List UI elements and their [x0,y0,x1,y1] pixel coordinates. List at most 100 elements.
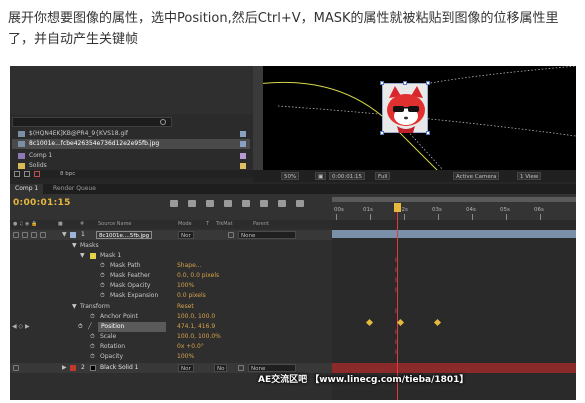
stopwatch-icon[interactable]: ⏱ [100,271,105,281]
property-value[interactable]: 0x +0.0° [177,342,204,352]
position-keyframe[interactable] [433,318,442,327]
tab-comp-1[interactable]: Comp 1 [10,184,44,194]
transform-handle[interactable] [426,81,430,85]
fox-image-layer[interactable] [380,81,430,135]
property-value[interactable]: 0.0, 0.0 pixels [177,271,219,281]
property-keyframe-icon[interactable]: I [395,330,397,336]
property-keyframe-icon[interactable]: I [395,309,397,315]
brainstorm-icon[interactable] [278,200,286,207]
new-folder-icon[interactable] [24,171,30,177]
property-keyframe-icon[interactable]: I [395,350,397,356]
composition-canvas[interactable] [263,66,576,170]
layer-name[interactable]: Black Solid 1 [100,363,139,373]
layer-name[interactable]: 8c1001e....5fb.jpg [96,231,153,239]
viewer-timecode[interactable]: 0:00:01:15 [329,172,366,180]
mask-color-icon[interactable] [90,253,96,259]
time-ruler[interactable]: 00s 01s 02s 03s 04s 05s 06s [332,194,576,220]
hide-shy-layers-icon[interactable] [224,200,232,207]
property-value[interactable]: 474.1, 416.9 [177,322,215,332]
visibility-icon[interactable] [13,232,19,238]
property-keyframe-icon[interactable]: I [395,340,397,346]
property-row[interactable]: ⏱ Mask Opacity 100% [10,281,332,291]
label-color-icon[interactable] [70,365,76,371]
position-keyframe[interactable] [365,318,374,327]
new-comp-icon[interactable] [34,171,40,177]
parent-pickwhip-icon[interactable] [238,365,244,371]
label-color-icon[interactable] [70,232,76,238]
camera-dropdown[interactable]: Active Camera [453,172,500,180]
t-header[interactable]: T [206,221,209,227]
transform-handle[interactable] [403,81,407,85]
transform-handle[interactable] [380,81,384,85]
graph-editor-icon[interactable] [296,200,304,207]
resolution-dropdown[interactable]: Full [375,172,391,180]
property-row[interactable]: ⏱ Mask Path Shape... [10,261,332,271]
masks-group[interactable]: ▼ Masks [10,241,332,251]
stopwatch-icon[interactable]: ⏱ [90,342,95,352]
property-row[interactable]: ⏱ Rotation 0x +0.0° [10,342,332,352]
stopwatch-icon[interactable]: ⏱ [100,261,105,271]
transform-handle[interactable] [380,131,384,135]
lock-icon[interactable] [40,232,46,238]
expand-arrow-icon[interactable]: ▶ [62,363,67,373]
expand-arrow-icon[interactable]: ▼ [72,241,77,251]
parent-header[interactable]: Parent [253,221,269,227]
property-value[interactable]: 100.0, 100.0 [177,312,215,322]
mask-keyframe-icon[interactable]: I [395,278,397,284]
bit-depth-label[interactable]: 8 bpc [60,170,75,178]
parent-pickwhip-icon[interactable] [228,232,234,238]
property-row[interactable]: ⏱ Scale 100.0, 100.0% [10,332,332,342]
property-value[interactable]: 100% [177,281,194,291]
project-item[interactable]: 8c1001e...fcbe426354e736d12e2e95fb.jpg [12,139,250,149]
mask-keyframe-icon[interactable]: I [395,268,397,274]
trkmat-dropdown[interactable]: No [214,364,228,372]
position-keyframe[interactable] [396,318,405,327]
comp-mini-flowchart-icon[interactable] [170,200,178,207]
layer-row[interactable]: ▼ 1 8c1001e....5fb.jpg Nor None [10,230,332,240]
trkmat-header[interactable]: TrkMat [216,221,233,227]
stopwatch-icon[interactable]: ⏱ [90,312,95,322]
parent-dropdown[interactable]: None [248,364,296,372]
property-row-selected[interactable]: ◀ ◇ ▶ ⏱ ╱ Position 474.1, 416.9 [10,322,332,332]
property-row[interactable]: ⏱ Opacity 100% [10,352,332,362]
transform-group[interactable]: ▼ Transform Reset [10,302,332,312]
property-value[interactable]: Shape... [177,261,202,271]
project-item[interactable]: $(HQN4EK]KB@PR4_9{KVS18.gif [12,129,250,139]
property-row[interactable]: ⏱ Anchor Point 100.0, 100.0 [10,312,332,322]
blend-mode-dropdown[interactable]: Nor [178,231,194,239]
current-time-display[interactable]: 0:00:01:15 [13,198,71,208]
mask-row[interactable]: ▼ Mask 1 [10,251,332,261]
current-time-indicator-handle[interactable] [394,203,401,212]
blend-mode-dropdown[interactable]: Nor [178,364,194,372]
stopwatch-icon[interactable]: ⏱ [90,332,95,342]
work-area-bar[interactable] [332,197,576,202]
source-name-header[interactable]: Source Name [98,221,132,227]
property-row[interactable]: ⏱ Mask Feather 0.0, 0.0 pixels [10,271,332,281]
expand-arrow-icon[interactable]: ▼ [80,251,85,261]
live-update-icon[interactable] [188,200,196,207]
view-layout-dropdown[interactable]: 1 View [517,172,542,180]
mask-keyframe-icon[interactable]: I [395,288,397,294]
layer-1-duration-bar[interactable] [332,230,576,238]
stopwatch-icon[interactable]: ⏱ [90,352,95,362]
frame-blending-icon[interactable] [242,200,250,207]
zoom-dropdown[interactable]: 50% [281,172,300,180]
tab-render-queue[interactable]: Render Queue [48,184,101,194]
transform-handle[interactable] [426,131,430,135]
graph-icon[interactable]: ╱ [88,322,92,332]
parent-dropdown[interactable]: None [238,231,296,239]
keyframe-navigator-icon[interactable]: ◀ ◇ ▶ [12,322,30,332]
stopwatch-icon[interactable]: ⏱ [100,291,105,301]
stopwatch-icon[interactable]: ⏱ [100,281,105,291]
property-value[interactable]: 0.0 pixels [177,291,206,301]
motion-blur-icon[interactable] [260,200,268,207]
draft-3d-icon[interactable] [206,200,214,207]
visibility-icon[interactable] [13,365,19,371]
interpret-footage-icon[interactable] [14,171,20,177]
expand-arrow-icon[interactable]: ▼ [62,230,67,240]
property-row[interactable]: ⏱ Mask Expansion 0.0 pixels [10,291,332,301]
stopwatch-active-icon[interactable]: ⏱ [78,322,83,332]
snapshot-icon[interactable]: ▣ [315,172,327,180]
expand-arrow-icon[interactable]: ▼ [72,302,77,312]
property-value[interactable]: 100% [177,352,194,362]
